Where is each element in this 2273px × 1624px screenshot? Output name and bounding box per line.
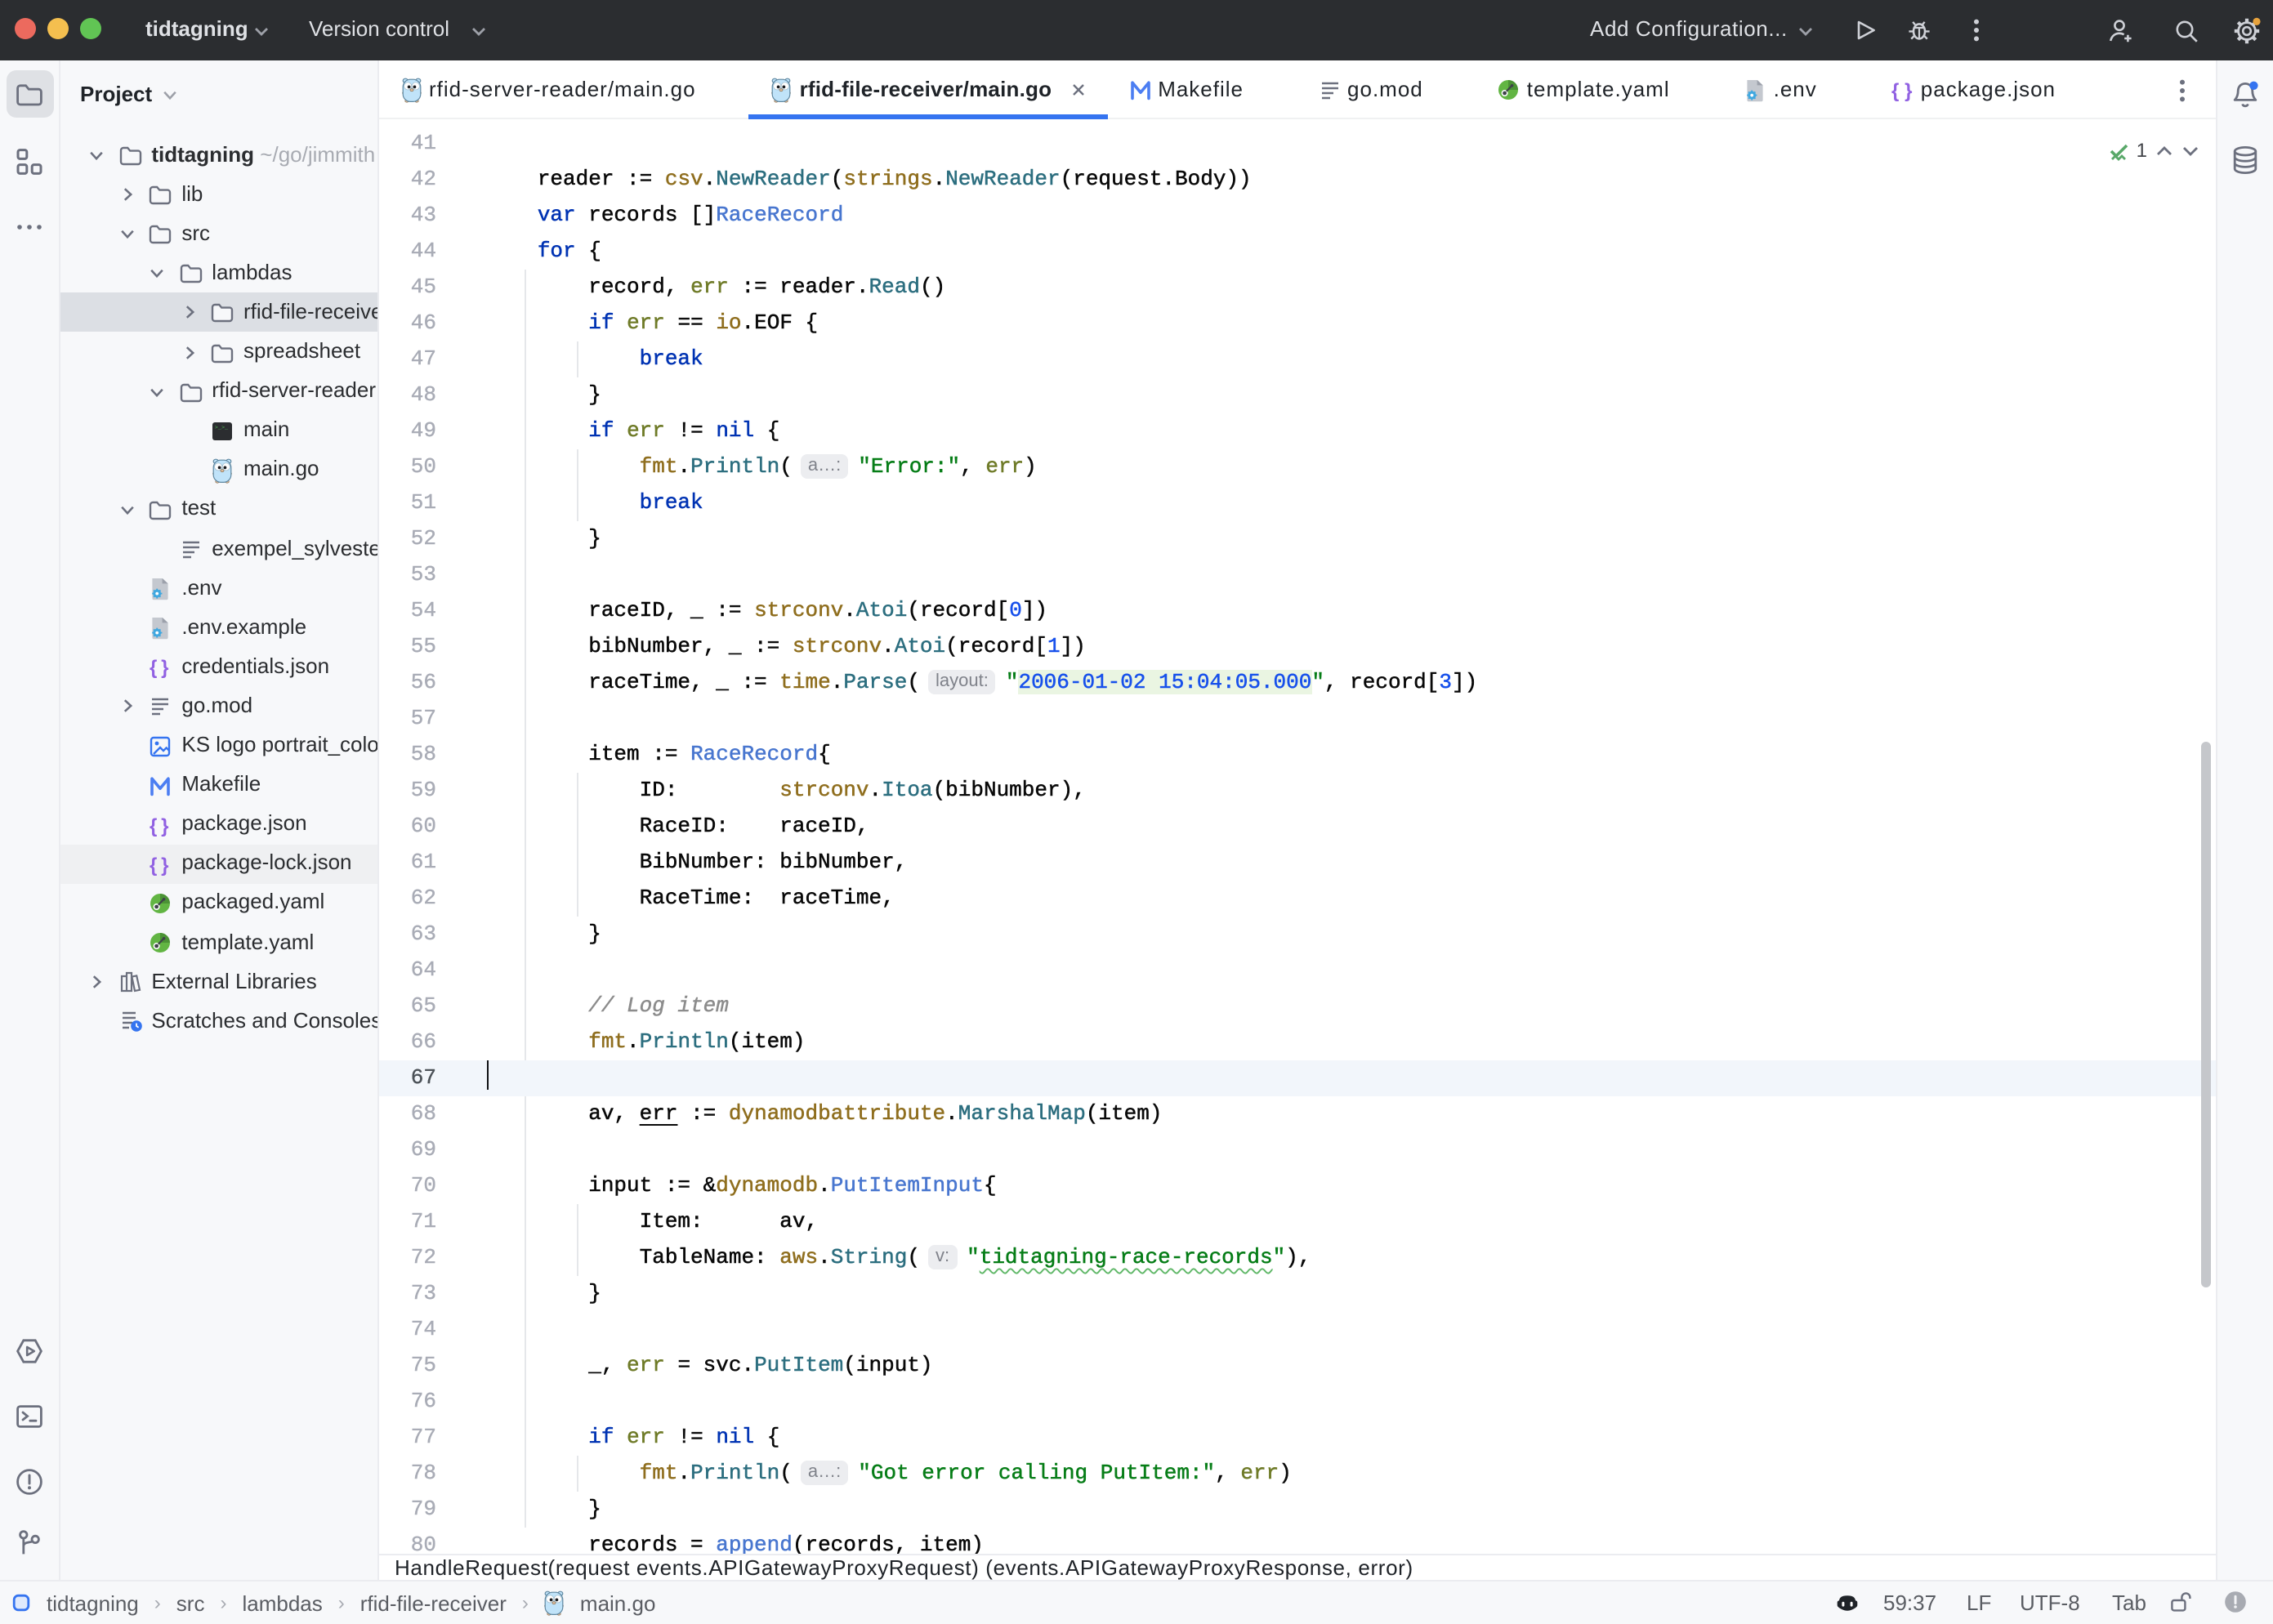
svg-text:>_>_: >_>_ bbox=[215, 424, 229, 431]
svg-text:{ }: { } bbox=[150, 658, 168, 680]
svg-text:{ }: { } bbox=[1892, 80, 1914, 102]
svg-text:{ }: { } bbox=[150, 814, 168, 837]
svg-text:{ }: { } bbox=[150, 854, 168, 877]
